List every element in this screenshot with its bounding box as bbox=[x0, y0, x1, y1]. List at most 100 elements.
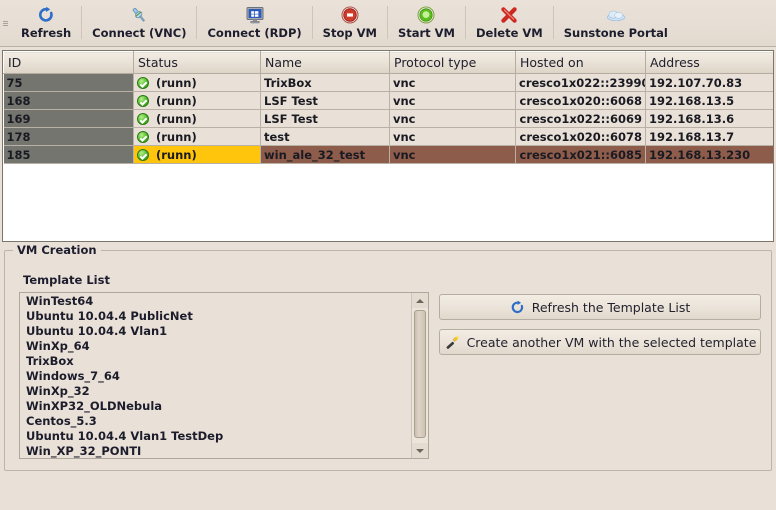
cell-id: 178 bbox=[3, 127, 134, 146]
stop-icon bbox=[339, 5, 361, 25]
vm-table-container[interactable]: ID Status Name Protocol type Hosted on A… bbox=[2, 50, 774, 242]
scroll-down-arrow-icon[interactable] bbox=[412, 443, 428, 458]
status-running-icon bbox=[137, 148, 149, 161]
cell-protocol: vnc bbox=[389, 145, 516, 164]
start-vm-label: Start VM bbox=[397, 26, 455, 40]
toolbar-drag-handle[interactable] bbox=[0, 0, 11, 46]
cell-name: TrixBox bbox=[260, 73, 390, 92]
table-row[interactable]: 185 (runn) win_ale_32_test vnc cresco1x021::… bbox=[3, 145, 773, 164]
sunstone-portal-button[interactable]: Sunstone Portal bbox=[554, 0, 678, 46]
refresh-small-icon bbox=[510, 300, 525, 315]
create-vm-button[interactable]: Create another VM with the selected temp… bbox=[439, 329, 761, 355]
status-running-icon bbox=[137, 112, 149, 125]
cell-hosted-on: cresco1x020::6068 bbox=[515, 91, 646, 110]
scrollbar-thumb[interactable] bbox=[414, 310, 426, 438]
cell-status: (runn) bbox=[133, 91, 261, 110]
refresh-button[interactable]: Refresh bbox=[11, 0, 81, 46]
refresh-template-list-button[interactable]: Refresh the Template List bbox=[439, 294, 761, 320]
sunstone-portal-label: Sunstone Portal bbox=[563, 26, 668, 40]
cell-status: (runn) bbox=[133, 73, 261, 92]
cell-id: 169 bbox=[3, 109, 134, 128]
list-item[interactable]: Centos_5.3 bbox=[23, 414, 411, 429]
cell-protocol: vnc bbox=[389, 127, 516, 146]
cell-address: 192.168.13.6 bbox=[645, 109, 773, 128]
list-item[interactable]: Ubuntu 10.04.4 PublicNet bbox=[23, 309, 411, 324]
status-text: (runn) bbox=[156, 93, 197, 108]
template-list-items: WinTest64 Ubuntu 10.04.4 PublicNet Ubuntu … bbox=[20, 293, 411, 458]
cell-status: (runn) bbox=[133, 127, 261, 146]
table-row[interactable]: 178 (runn) test vnc cresco1x020::6078 192.168… bbox=[3, 127, 773, 146]
cell-address: 192.168.13.5 bbox=[645, 91, 773, 110]
cell-name: LSF Test bbox=[260, 91, 390, 110]
cell-id: 168 bbox=[3, 91, 134, 110]
cell-id: 75 bbox=[3, 73, 134, 92]
main-toolbar: Refresh Connect (VNC) Connect (RDP) Stop… bbox=[0, 0, 776, 47]
column-header-hosted[interactable]: Hosted on bbox=[515, 51, 646, 74]
cell-address: 192.107.70.83 bbox=[645, 73, 773, 92]
cell-name: test bbox=[260, 127, 390, 146]
create-vm-label: Create another VM with the selected temp… bbox=[466, 334, 757, 350]
stop-vm-label: Stop VM bbox=[322, 26, 377, 40]
column-header-address[interactable]: Address bbox=[645, 51, 773, 74]
connect-vnc-button[interactable]: Connect (VNC) bbox=[82, 0, 196, 46]
list-item[interactable]: WinXP32_OLDNebula bbox=[23, 399, 411, 414]
cloud-icon bbox=[605, 5, 627, 25]
delete-vm-button[interactable]: Delete VM bbox=[466, 0, 553, 46]
start-vm-button[interactable]: Start VM bbox=[388, 0, 465, 46]
status-running-icon bbox=[137, 76, 149, 89]
cell-hosted-on: cresco1x020::6078 bbox=[515, 127, 646, 146]
refresh-template-list-label: Refresh the Template List bbox=[531, 299, 691, 315]
cell-hosted-on: cresco1x021::6085 bbox=[515, 145, 646, 164]
cell-name: LSF Test bbox=[260, 109, 390, 128]
status-text: (runn) bbox=[156, 111, 197, 126]
column-header-name[interactable]: Name bbox=[260, 51, 390, 74]
list-item[interactable]: TrixBox bbox=[23, 354, 411, 369]
column-header-protocol[interactable]: Protocol type bbox=[389, 51, 516, 74]
list-item[interactable]: Win_XP_32_PONTI bbox=[23, 444, 411, 458]
status-text: (runn) bbox=[156, 147, 197, 162]
table-header-row: ID Status Name Protocol type Hosted on A… bbox=[3, 51, 773, 74]
connect-rdp-label: Connect (RDP) bbox=[207, 26, 302, 40]
template-list-scrollbar[interactable] bbox=[411, 293, 428, 458]
vnc-plug-icon bbox=[128, 5, 150, 25]
template-listbox[interactable]: WinTest64 Ubuntu 10.04.4 PublicNet Ubuntu … bbox=[19, 292, 429, 459]
status-running-icon bbox=[137, 130, 149, 143]
rdp-monitor-icon bbox=[244, 5, 266, 25]
column-header-status[interactable]: Status bbox=[133, 51, 261, 74]
cell-protocol: vnc bbox=[389, 109, 516, 128]
cell-hosted-on: cresco1x022::6069 bbox=[515, 109, 646, 128]
cell-hosted-on: cresco1x022::23990 bbox=[515, 73, 646, 92]
template-list-label: Template List bbox=[23, 273, 110, 287]
scrollbar-track[interactable] bbox=[412, 308, 428, 443]
status-text: (runn) bbox=[156, 129, 197, 144]
vm-creation-group: VM Creation Template List WinTest64 Ubunt… bbox=[4, 243, 772, 471]
cell-protocol: vnc bbox=[389, 91, 516, 110]
list-item[interactable]: WinXp_32 bbox=[23, 384, 411, 399]
cell-address: 192.168.13.230 bbox=[645, 145, 773, 164]
cell-status: (runn) bbox=[133, 109, 261, 128]
list-item[interactable]: Ubuntu 10.04.4 Vlan1 bbox=[23, 324, 411, 339]
refresh-icon bbox=[35, 5, 57, 25]
stop-vm-button[interactable]: Stop VM bbox=[313, 0, 387, 46]
list-item[interactable]: Windows_7_64 bbox=[23, 369, 411, 384]
delete-vm-label: Delete VM bbox=[476, 26, 543, 40]
table-row[interactable]: 75 (runn) TrixBox vnc cresco1x022::23990 192.… bbox=[3, 73, 773, 92]
status-text: (runn) bbox=[156, 75, 197, 90]
vm-creation-title: VM Creation bbox=[13, 243, 101, 257]
list-item[interactable]: WinTest64 bbox=[23, 294, 411, 309]
connect-vnc-label: Connect (VNC) bbox=[92, 26, 187, 40]
connect-rdp-button[interactable]: Connect (RDP) bbox=[197, 0, 311, 46]
magic-wand-icon bbox=[444, 334, 460, 350]
start-green-icon bbox=[415, 5, 437, 25]
scroll-up-arrow-icon[interactable] bbox=[412, 293, 428, 308]
list-item[interactable]: WinXp_64 bbox=[23, 339, 411, 354]
cell-status: (runn) bbox=[133, 145, 261, 164]
list-item[interactable]: Ubuntu 10.04.4 Vlan1 TestDep bbox=[23, 429, 411, 444]
column-header-id[interactable]: ID bbox=[3, 51, 134, 74]
table-row[interactable]: 168 (runn) LSF Test vnc cresco1x020::6068 192… bbox=[3, 91, 773, 110]
delete-x-icon bbox=[498, 5, 520, 25]
status-running-icon bbox=[137, 94, 149, 107]
table-row[interactable]: 169 (runn) LSF Test vnc cresco1x022::6069 192… bbox=[3, 109, 773, 128]
vm-manager-window: Refresh Connect (VNC) Connect (RDP) Stop… bbox=[0, 0, 776, 510]
refresh-button-label: Refresh bbox=[21, 26, 72, 40]
